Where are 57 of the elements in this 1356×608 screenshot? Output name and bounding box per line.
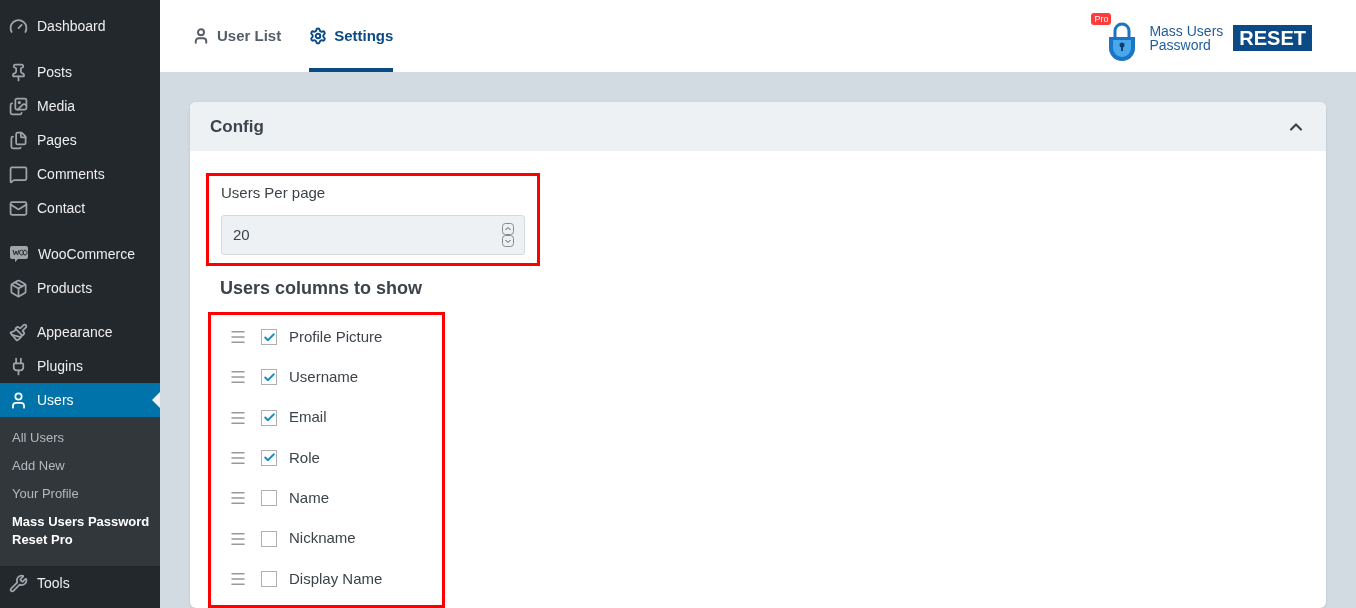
woo-icon [9,245,29,263]
user-icon [192,27,210,45]
sidebar-item[interactable]: Posts [0,55,160,89]
sidebar-item[interactable]: Pages [0,123,160,157]
checkbox[interactable] [261,369,277,386]
box-icon [9,278,28,298]
checkbox[interactable] [261,449,277,466]
tab[interactable]: Settings [309,0,394,72]
section-heading: Users columns to show [220,276,424,300]
check-icon [262,330,276,344]
column-label: Profile Picture [289,326,383,347]
sidebar-item[interactable]: WooCommerce [0,237,160,271]
submenu-item[interactable]: Add New [0,452,160,480]
sidebar-item[interactable]: Users [0,383,160,417]
pro-badge: Pro [1091,13,1112,25]
media-icon [9,96,28,116]
check-icon [262,370,276,384]
checkbox[interactable] [261,490,277,507]
checkbox[interactable] [261,570,277,587]
wrench-icon [9,573,28,593]
submenu-item[interactable]: All Users [0,424,160,452]
checkbox[interactable] [261,409,277,426]
submenu-item[interactable]: Your Profile [0,480,160,508]
sidebar-item[interactable]: Plugins [0,349,160,383]
spinner-arrows-icon [502,222,514,247]
checkbox[interactable] [261,329,277,346]
card-title: Config [210,115,264,138]
user-icon [9,390,28,410]
sidebar-item[interactable]: Appearance [0,315,160,349]
sidebar-item[interactable]: Products [0,271,160,305]
column-label: Email [289,407,327,428]
column-label: Role [289,447,320,468]
logo-text: Mass Users Password [1149,24,1224,52]
tab[interactable]: User List [192,0,282,72]
padlock-icon [1107,21,1138,61]
column-label: Display Name [289,568,383,589]
column-label: Username [289,367,359,388]
card-header[interactable]: Config [190,102,1326,152]
field-label: Users Per page [221,183,327,204]
gauge-icon [9,16,28,36]
settings-icon [309,27,328,45]
logo-reset-mark: RESET [1233,25,1312,51]
paintbrush-icon [9,322,28,342]
pin-icon [9,62,28,82]
sidebar-item[interactable]: Contact [0,191,160,225]
submenu-item[interactable]: Mass Users Password Reset Pro [0,508,160,554]
speech-bubble-icon [9,164,28,184]
checkbox[interactable] [261,530,277,547]
sidebar-item[interactable]: Media [0,89,160,123]
column-label: Name [289,488,329,508]
sidebar-item[interactable]: Tools [0,566,160,600]
pages-icon [9,130,28,150]
sidebar-item[interactable]: Comments [0,157,160,191]
column-label: Nickname [289,528,356,549]
sidebar-item[interactable]: Dashboard [0,9,160,43]
envelope-icon [9,198,28,218]
number-field[interactable]: 20 [221,214,525,255]
